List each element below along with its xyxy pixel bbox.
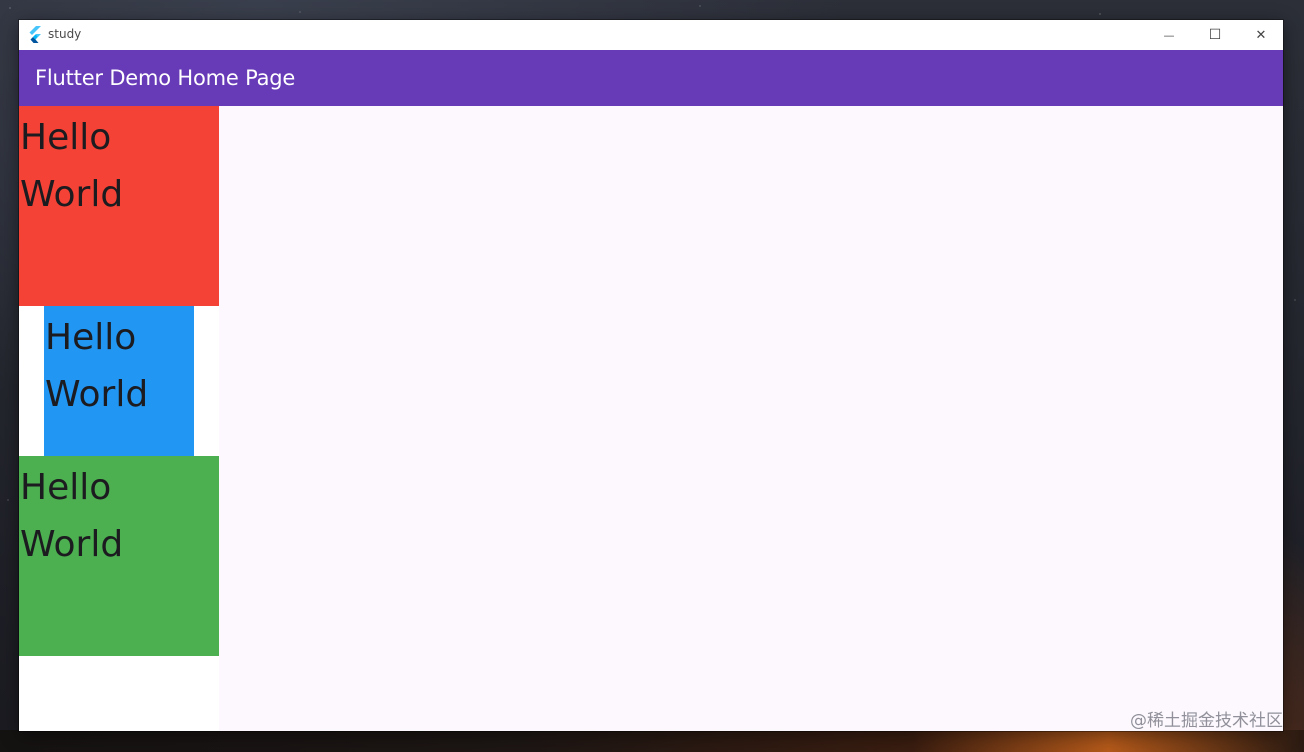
close-icon: ✕ bbox=[1255, 27, 1267, 43]
boxes-column: Hello World Hello World Hello World bbox=[19, 106, 219, 731]
close-button[interactable]: ✕ bbox=[1238, 20, 1283, 50]
maximize-icon: ☐ bbox=[1208, 27, 1222, 43]
red-box-text: Hello World bbox=[20, 117, 124, 215]
flutter-logo-icon bbox=[29, 26, 41, 43]
minimize-icon: — bbox=[1163, 28, 1175, 42]
window-title: study bbox=[48, 27, 82, 41]
red-box: Hello World bbox=[19, 106, 219, 306]
page-title: Flutter Demo Home Page bbox=[35, 66, 296, 90]
window-titlebar[interactable]: study — ☐ ✕ bbox=[19, 20, 1283, 50]
app-window: study — ☐ ✕ Flutter Demo Home Page Hello… bbox=[19, 20, 1283, 731]
horizon-silhouette bbox=[0, 730, 1304, 752]
green-box: Hello World bbox=[19, 456, 219, 656]
watermark: @稀土掘金技术社区 bbox=[1130, 711, 1283, 731]
maximize-button[interactable]: ☐ bbox=[1192, 20, 1238, 50]
minimize-button[interactable]: — bbox=[1146, 20, 1192, 50]
green-box-text: Hello World bbox=[20, 467, 124, 565]
blue-box: Hello World bbox=[44, 306, 194, 456]
page-body: Hello World Hello World Hello World bbox=[19, 106, 1283, 731]
blue-box-text: Hello World bbox=[45, 317, 149, 415]
app-bar: Flutter Demo Home Page bbox=[19, 50, 1283, 106]
